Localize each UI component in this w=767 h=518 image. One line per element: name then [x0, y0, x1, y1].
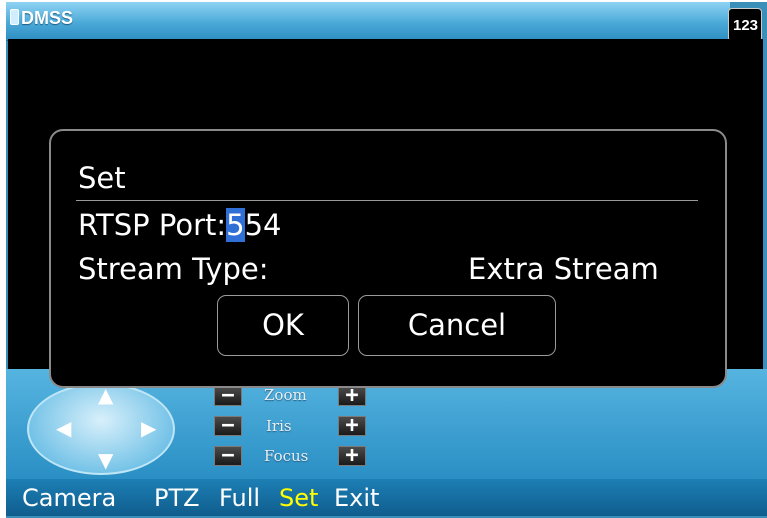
rtsp-port-value: 54	[244, 208, 282, 242]
rtsp-port-row: RTSP Port:554	[78, 208, 282, 242]
iris-label: Iris	[266, 417, 292, 435]
iris-plus-button[interactable]: +	[338, 415, 366, 437]
dialog-title: Set	[78, 161, 126, 195]
rtsp-port-label: RTSP Port:	[78, 208, 227, 242]
menu-item-ptz[interactable]: PTZ	[154, 486, 200, 510]
phone-icon	[10, 9, 19, 25]
arrow-up-icon[interactable]: ▲	[98, 385, 113, 405]
focus-plus-button[interactable]: +	[338, 445, 366, 467]
zoom-minus-button[interactable]: −	[214, 385, 242, 407]
arrow-right-icon[interactable]: ▶	[141, 418, 156, 438]
menu-item-full[interactable]: Full	[219, 486, 260, 510]
menu-item-exit[interactable]: Exit	[334, 486, 379, 510]
focus-label: Focus	[264, 447, 309, 465]
stream-type-select[interactable]: Extra Stream	[468, 255, 659, 284]
stream-type-label: Stream Type:	[78, 252, 269, 286]
menu-item-set[interactable]: Set	[279, 486, 318, 510]
app-title-text: DMSS	[21, 8, 74, 28]
arrow-left-icon[interactable]: ◀	[56, 418, 71, 438]
dialog-divider	[76, 200, 698, 201]
iris-minus-button[interactable]: −	[214, 415, 242, 437]
menu-item-camera[interactable]: Camera	[22, 486, 116, 510]
text-cursor: 5	[226, 208, 245, 242]
app-title: DMSS	[10, 8, 73, 29]
focus-minus-button[interactable]: −	[214, 445, 242, 467]
title-bar: DMSS	[6, 2, 730, 41]
ok-button[interactable]: OK	[217, 295, 349, 356]
zoom-label: Zoom	[264, 386, 307, 404]
rtsp-port-input[interactable]: 554	[226, 208, 282, 242]
cancel-button[interactable]: Cancel	[358, 295, 556, 356]
input-mode-indicator: 123	[728, 8, 762, 42]
zoom-plus-button[interactable]: +	[338, 385, 366, 407]
arrow-down-icon[interactable]: ▼	[98, 450, 113, 470]
bottom-menu-bar	[6, 479, 767, 516]
